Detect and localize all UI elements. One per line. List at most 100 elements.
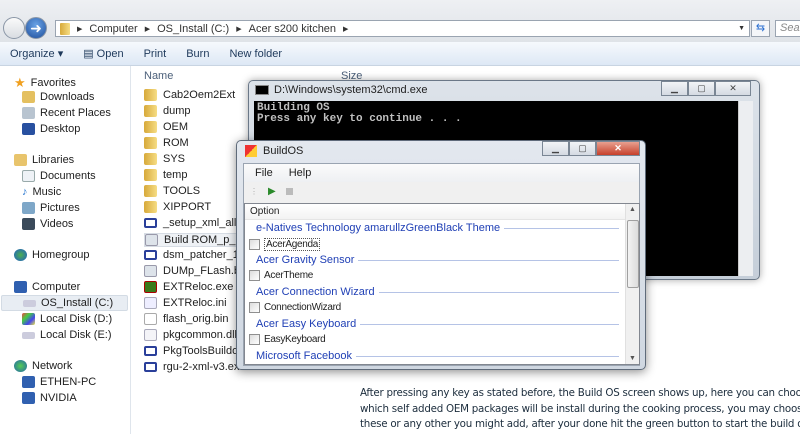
cmd-title: D:\Windows\system32\cmd.exe — [274, 84, 428, 96]
option-checkbox[interactable]: ConnectionWizard — [249, 302, 341, 313]
file-name: pkgcommon.dll — [163, 329, 237, 341]
file-name: OEM — [163, 121, 189, 133]
breadcrumb-drive[interactable]: OS_Install (C:) — [157, 23, 229, 35]
nav-favorites[interactable]: ★ Favorites — [14, 75, 76, 91]
windows-drive-icon — [22, 313, 35, 325]
new-folder-button[interactable]: New folder — [219, 48, 292, 60]
folder-icon — [144, 121, 157, 133]
address-bar[interactable]: ▶ Computer ▶ OS_Install (C:) ▶ Acer s200 k… — [55, 20, 750, 37]
file-name: Cab2Oem2Ext — [163, 89, 236, 101]
group-header: Microsoft Facebook — [256, 350, 619, 362]
scroll-thumb[interactable] — [627, 220, 639, 288]
close-button[interactable]: ✕ — [715, 81, 751, 96]
nav-libraries[interactable]: Libraries — [14, 154, 74, 166]
checkbox[interactable] — [249, 239, 260, 250]
folder-icon — [144, 153, 157, 165]
nav-drive-e[interactable]: Local Disk (E:) — [22, 329, 112, 341]
group-header: Acer Gravity Sensor — [256, 254, 619, 266]
nav-computer[interactable]: Computer — [14, 281, 80, 293]
option-checkbox[interactable]: AcerTheme — [249, 270, 313, 281]
folder-icon — [144, 201, 157, 213]
maximize-button[interactable]: ▢ — [569, 141, 596, 156]
homegroup-icon — [14, 249, 27, 261]
refresh-button[interactable]: ⇆ — [751, 20, 770, 37]
folder-icon — [144, 137, 157, 149]
nav-network[interactable]: Network — [14, 360, 72, 372]
caption-line: these or any other you might add, after … — [360, 418, 800, 430]
pictures-icon — [22, 202, 35, 214]
file-item[interactable]: dump — [144, 105, 254, 117]
maximize-button[interactable]: ▢ — [688, 81, 715, 96]
stop-button[interactable] — [285, 187, 293, 195]
option-label: AcerTheme — [264, 270, 313, 281]
breadcrumb-folder[interactable]: Acer s200 kitchen — [249, 23, 336, 35]
nav-documents[interactable]: Documents — [22, 170, 96, 182]
nav-pictures[interactable]: Pictures — [22, 202, 80, 214]
grip-icon: ⋮ — [250, 186, 258, 196]
file-name: EXTReloc.ini — [163, 297, 227, 309]
drive-icon — [23, 299, 36, 307]
menu-help[interactable]: Help — [289, 167, 312, 179]
history-dropdown-icon[interactable]: ▼ — [738, 25, 745, 32]
nav-downloads[interactable]: Downloads — [22, 91, 94, 103]
file-name: XIPPORT — [163, 201, 212, 213]
nav-music[interactable]: ♪ Music — [22, 186, 61, 198]
breadcrumb-computer[interactable]: Computer — [89, 23, 137, 35]
minimize-button[interactable]: ▁ — [542, 141, 569, 156]
network-icon — [14, 360, 27, 372]
burn-button[interactable]: Burn — [176, 48, 219, 60]
nav-homegroup[interactable]: Homegroup — [14, 249, 89, 261]
documents-icon — [22, 170, 35, 182]
checkbox[interactable] — [249, 270, 260, 281]
close-button[interactable]: ✕ — [596, 141, 640, 156]
divider — [358, 259, 619, 261]
group-label: Acer Connection Wizard — [256, 286, 375, 298]
file-name: temp — [163, 169, 188, 181]
nav-drive-c[interactable]: OS_Install (C:) — [1, 295, 128, 311]
file-item[interactable]: Cab2Oem2Ext — [144, 89, 254, 101]
nav-desktop[interactable]: Desktop — [22, 123, 80, 135]
folder-icon — [144, 89, 157, 101]
scrollbar[interactable] — [738, 101, 753, 276]
recent-places-icon — [22, 107, 35, 119]
group-header: Acer Connection Wizard — [256, 286, 619, 298]
buildos-window: BuildOS ▁ ▢ ✕ File Help ⋮ ▶ Option e-Nativ… — [236, 140, 646, 370]
file-item[interactable]: OEM — [144, 121, 254, 133]
forward-button[interactable]: ➜ — [25, 17, 47, 39]
option-checkbox[interactable]: AcerAgenda — [249, 238, 321, 251]
play-button[interactable]: ▶ — [268, 186, 276, 197]
file-name: dump — [163, 105, 191, 117]
scrollbar[interactable]: ▲ ▼ — [625, 204, 639, 364]
option-label: ConnectionWizard — [264, 302, 341, 313]
back-button[interactable] — [3, 17, 25, 39]
star-icon: ★ — [14, 75, 26, 90]
open-button[interactable]: ▤ Open — [73, 47, 133, 60]
checkbox[interactable] — [249, 302, 260, 313]
downloads-icon — [22, 91, 35, 103]
organize-button[interactable]: Organize ▾ — [0, 47, 73, 60]
menu-file[interactable]: File — [255, 167, 273, 179]
divider — [360, 323, 619, 325]
file-icon — [144, 313, 157, 325]
checkbox[interactable] — [249, 334, 260, 345]
nav-drive-d[interactable]: Local Disk (D:) — [22, 313, 112, 325]
bat-icon — [145, 234, 158, 246]
minimize-button[interactable]: ▁ — [661, 81, 688, 96]
file-name: EXTReloc.exe — [163, 281, 234, 293]
bat-icon — [144, 265, 157, 277]
option-label: EasyKeyboard — [264, 334, 326, 345]
option-label: AcerAgenda — [264, 238, 321, 251]
print-button[interactable]: Print — [134, 48, 177, 60]
nav-nvidia[interactable]: NVIDIA — [22, 392, 77, 404]
nav-recent-places[interactable]: Recent Places — [22, 107, 111, 119]
exe-icon — [144, 362, 157, 372]
column-name[interactable]: Name — [144, 70, 173, 82]
search-input[interactable]: Search — [775, 20, 800, 37]
folder-icon — [60, 22, 70, 35]
nav-videos[interactable]: Videos — [22, 218, 73, 230]
group-label: Microsoft Facebook — [256, 350, 352, 362]
videos-icon — [22, 218, 35, 230]
option-checkbox[interactable]: EasyKeyboard — [249, 334, 326, 345]
nav-ethen-pc[interactable]: ETHEN-PC — [22, 376, 96, 388]
column-option[interactable]: Option — [245, 204, 625, 220]
